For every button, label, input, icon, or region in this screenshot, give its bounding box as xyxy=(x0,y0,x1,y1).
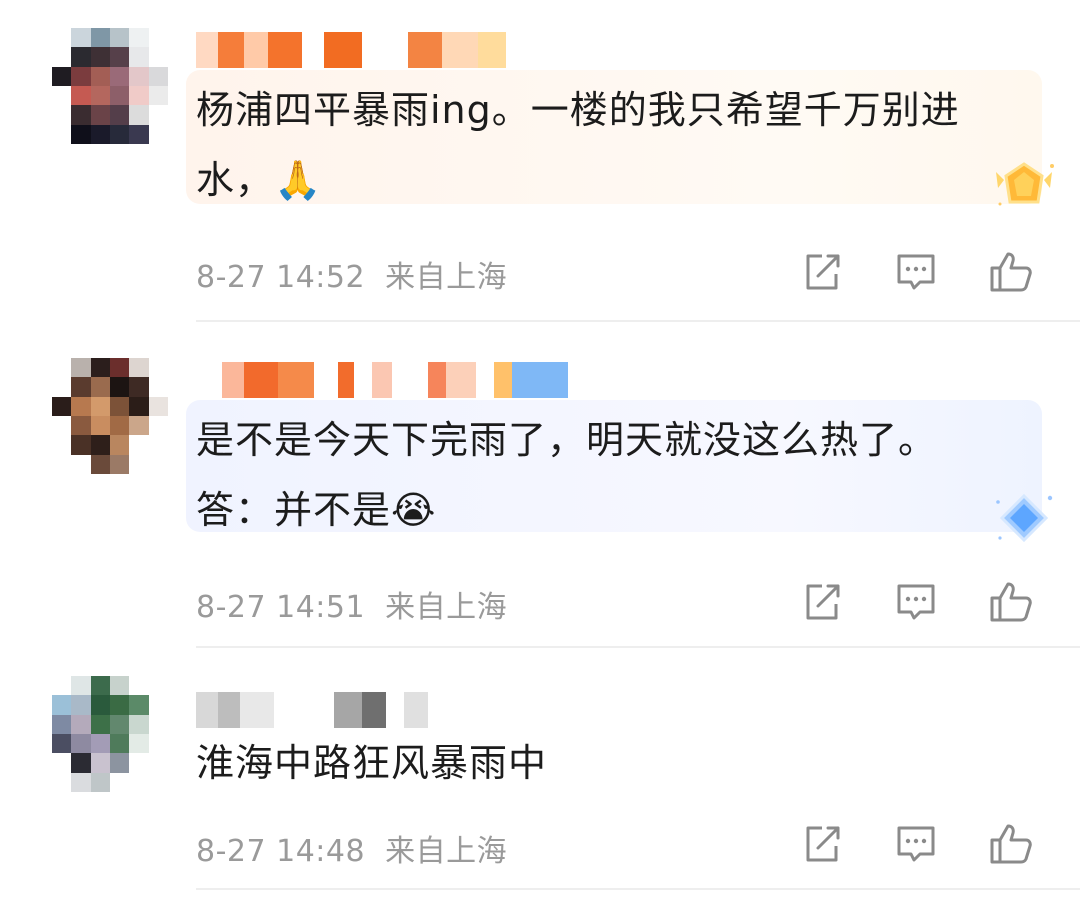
comment-icon[interactable] xyxy=(894,250,938,294)
comment-actions xyxy=(800,580,1034,624)
comment-text: 是不是今天下完雨了，明天就没这么热了。答：并不是😭 xyxy=(196,418,938,532)
like-icon[interactable] xyxy=(988,822,1034,866)
avatar[interactable] xyxy=(52,358,168,474)
divider xyxy=(196,888,1080,890)
username-blurred[interactable] xyxy=(196,32,506,68)
comment-text: 杨浦四平暴雨ing。一楼的我只希望千万别进水，🙏 xyxy=(196,88,960,202)
share-icon[interactable] xyxy=(800,580,844,624)
share-icon[interactable] xyxy=(800,822,844,866)
comment-icon[interactable] xyxy=(894,822,938,866)
comment-time: 8-27 14:51 xyxy=(196,590,366,625)
avatar[interactable] xyxy=(52,28,168,144)
like-icon[interactable] xyxy=(988,580,1034,624)
share-icon[interactable] xyxy=(800,250,844,294)
comment-location: 来自上海 xyxy=(385,590,508,625)
comment-location: 来自上海 xyxy=(385,834,508,869)
comment-time: 8-27 14:52 xyxy=(196,260,366,295)
comment-location: 来自上海 xyxy=(385,260,508,295)
username-blurred[interactable] xyxy=(196,362,568,398)
comment-actions xyxy=(800,822,1034,866)
comment-text: 淮海中路狂风暴雨中 xyxy=(196,741,548,785)
diamond-badge-icon xyxy=(996,493,1053,543)
comment-icon[interactable] xyxy=(894,580,938,624)
comment-time: 8-27 14:48 xyxy=(196,834,366,869)
comment-meta: 8-27 14:51 来自上海 xyxy=(196,582,507,626)
comment-meta: 8-27 14:48 来自上海 xyxy=(196,826,507,870)
comment-meta: 8-27 14:52 来自上海 xyxy=(196,252,507,296)
divider xyxy=(196,646,1080,648)
like-icon[interactable] xyxy=(988,250,1034,294)
username-blurred[interactable] xyxy=(196,692,428,728)
divider xyxy=(196,320,1080,322)
comment-actions xyxy=(800,250,1034,294)
avatar[interactable] xyxy=(52,676,168,792)
